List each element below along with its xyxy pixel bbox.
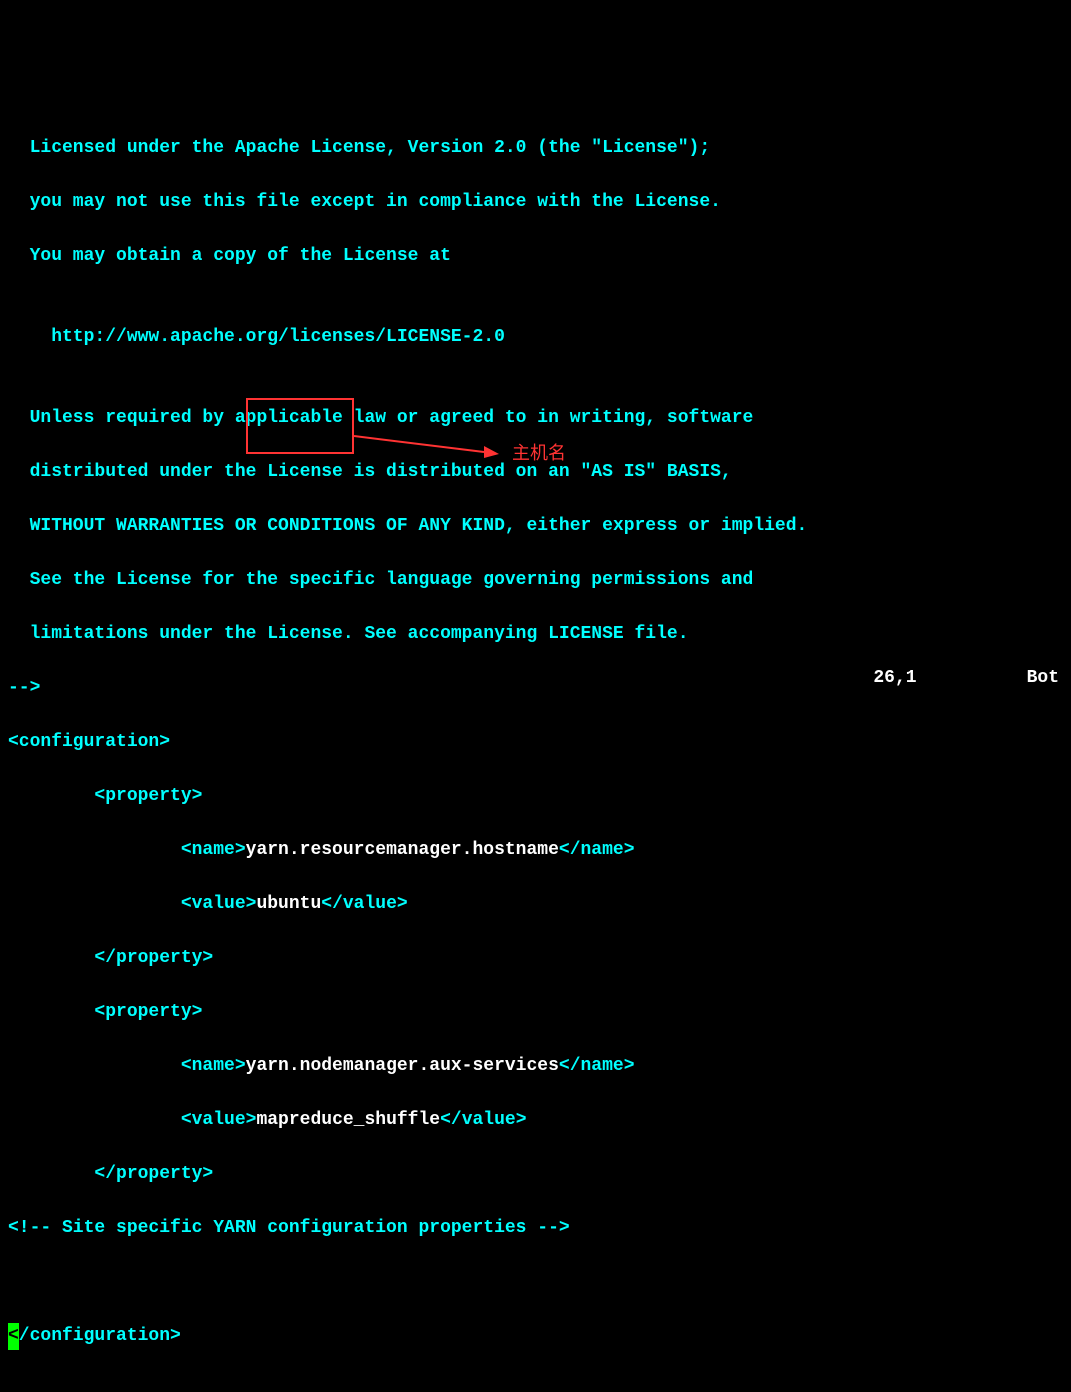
- xml-value-line: <value>ubuntu</value>: [8, 891, 1063, 918]
- xml-value-line: <value>mapreduce_shuffle</value>: [8, 1107, 1063, 1134]
- license-line: you may not use this file except in comp…: [8, 189, 1063, 216]
- license-line: Unless required by applicable law or agr…: [8, 405, 1063, 432]
- license-line: See the License for the specific languag…: [8, 567, 1063, 594]
- xml-tag: <configuration>: [8, 729, 1063, 756]
- xml-name-line: <name>yarn.nodemanager.aux-services</nam…: [8, 1053, 1063, 1080]
- xml-close-line: </configuration>: [8, 1323, 1063, 1350]
- license-line: http://www.apache.org/licenses/LICENSE-2…: [8, 324, 1063, 351]
- license-line: WITHOUT WARRANTIES OR CONDITIONS OF ANY …: [8, 513, 1063, 540]
- xml-tag: </property>: [8, 945, 1063, 972]
- annotation-label: 主机名: [512, 440, 566, 467]
- license-line: Licensed under the Apache License, Versi…: [8, 135, 1063, 162]
- terminal-editor[interactable]: Licensed under the Apache License, Versi…: [0, 108, 1071, 1377]
- vim-status-bar: 26,1 Bot: [0, 665, 1071, 692]
- blank-line: [8, 1269, 1063, 1296]
- xml-tag: <property>: [8, 999, 1063, 1026]
- xml-tag: </property>: [8, 1161, 1063, 1188]
- xml-comment: <!-- Site specific YARN configuration pr…: [8, 1215, 1063, 1242]
- scroll-indicator: Bot: [1027, 665, 1059, 692]
- cursor: <: [8, 1323, 19, 1350]
- license-line: limitations under the License. See accom…: [8, 621, 1063, 648]
- xml-name-line: <name>yarn.resourcemanager.hostname</nam…: [8, 837, 1063, 864]
- xml-tag: <property>: [8, 783, 1063, 810]
- license-line: You may obtain a copy of the License at: [8, 243, 1063, 270]
- cursor-position: 26,1: [873, 665, 916, 692]
